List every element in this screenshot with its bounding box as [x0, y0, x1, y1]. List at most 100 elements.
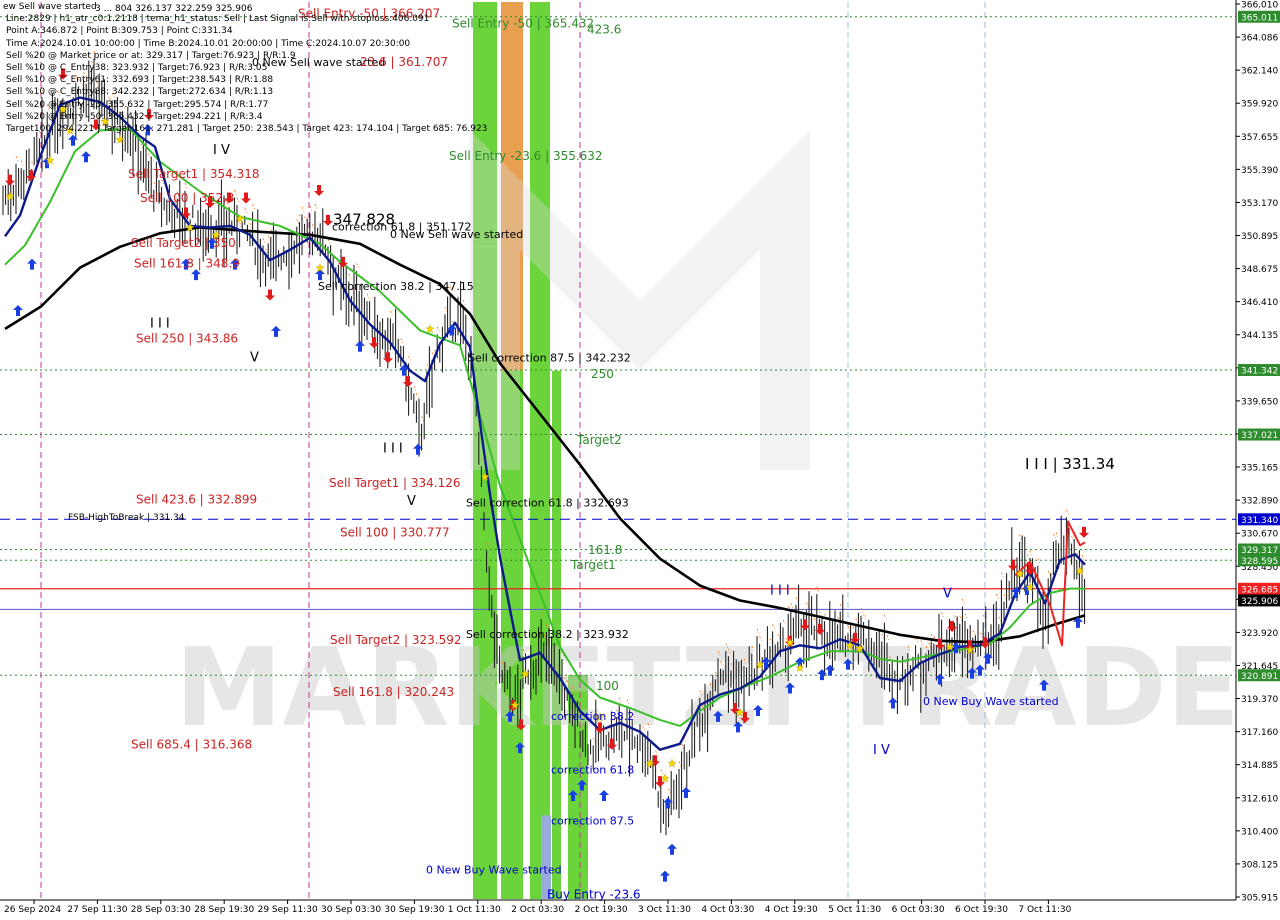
price-tick-label: 310.400: [1241, 827, 1278, 837]
time-tick-label: 3 Oct 11:30: [638, 905, 691, 915]
annotation-label: 0 New Sell wave started: [390, 228, 523, 241]
price-tag-label: 341.342: [1241, 367, 1278, 377]
time-tick-label: 28 Sep 19:30: [194, 905, 254, 915]
time-tick-label: 6 Oct 19:30: [955, 905, 1008, 915]
annotation-label: Sell correction 38.2 | 323.932: [466, 628, 629, 641]
info-line: Sell %10 @ C_Entry88: 342.232 | Target:2…: [6, 87, 274, 98]
annotation-label: Sell correction 38.2 | 347.15: [318, 280, 474, 293]
price-tick-label: 312.610: [1241, 794, 1278, 804]
price-tick-label: 355.390: [1241, 166, 1278, 176]
info-line: Target100: 294.221 | Target 161: 271.281…: [6, 124, 488, 134]
price-tick-label: 362.140: [1241, 67, 1278, 77]
price-tick-label: 350.895: [1241, 232, 1278, 242]
price-tag-label: 320.891: [1241, 672, 1278, 682]
price-tag-label: 365.011: [1241, 13, 1278, 23]
price-tick-label: 335.165: [1241, 464, 1278, 474]
time-tick-label: 30 Sep 03:30: [321, 905, 381, 915]
price-tick-label: 330.670: [1241, 530, 1278, 540]
time-tick-label: 29 Sep 11:30: [258, 905, 318, 915]
annotation-label: Sell 100 | 330.777: [340, 525, 450, 539]
info-panel: 3 ... 804 326.137 322.259 325.906 ew Sell…: [0, 0, 487, 150]
price-tick-label: 344.135: [1241, 331, 1278, 341]
annotation-label: 250: [591, 367, 614, 381]
annotation-label: 0 New Buy Wave started: [923, 695, 1059, 708]
price-tick-label: 346.410: [1241, 298, 1278, 308]
price-tag-label: 337.021: [1241, 431, 1278, 441]
annotation-label: Target1: [570, 558, 616, 572]
annotation-label: V: [943, 587, 952, 602]
annotation-label: I I I: [383, 442, 403, 457]
price-tag-label: 325.906: [1241, 597, 1278, 607]
time-tick-label: 7 Oct 11:30: [1018, 905, 1071, 915]
annotation-label: Sell Entry -23.6 | 355.632: [449, 149, 603, 163]
signal-band: [530, 2, 550, 899]
annotation-label: 423.6: [587, 22, 621, 36]
time-tick-label: 26 Sep 2024: [4, 905, 61, 915]
time-tick-label: 4 Oct 03:30: [701, 905, 754, 915]
price-tag-label: 331.340: [1241, 516, 1278, 526]
time-tick-label: 4 Oct 19:30: [765, 905, 818, 915]
info-line: Sell %20 @ Entry -50: 365.432 | Target:2…: [6, 111, 263, 122]
price-tick-label: 305.915: [1241, 894, 1278, 904]
annotation-label: Sell 161.8 | 320.243: [333, 685, 454, 699]
annotation-label: Sell Target2 | 350: [131, 236, 236, 250]
time-tick-label: 27 Sep 11:30: [67, 905, 127, 915]
price-tick-label: 348.675: [1241, 265, 1278, 275]
annotation-label: V: [407, 494, 416, 509]
annotation-label: Sell correction 61.8 | 332.693: [466, 497, 629, 510]
time-tick-label: 30 Sep 19:30: [384, 905, 444, 915]
annotation-label: Target2: [576, 433, 622, 447]
annotation-label: Sell 685.4 | 316.368: [131, 737, 252, 751]
annotation-label: Sell 161.8 | 348.9: [134, 257, 240, 271]
price-tag-label: 328.595: [1241, 557, 1278, 567]
price-tick-label: 339.650: [1241, 397, 1278, 407]
annotation-label: 0 New Buy Wave started: [426, 864, 562, 877]
time-tick-label: 2 Oct 03:30: [511, 905, 564, 915]
price-tick-label: 353.170: [1241, 199, 1278, 209]
price-tick-label: 323.920: [1241, 629, 1278, 639]
annotation-label: correction 87.5: [551, 814, 634, 827]
price-tick-label: 359.920: [1241, 100, 1278, 110]
info-line: Point A:346.872 | Point B:309.753 | Poin…: [6, 26, 233, 37]
annotation-label: I I I: [770, 584, 790, 599]
annotation-label: Sell 250 | 343.86: [136, 331, 238, 345]
annotation-label: 100: [596, 679, 619, 693]
time-tick-label: 5 Oct 11:30: [828, 905, 881, 915]
annotation-label: Sell correction 87.5 | 342.232: [468, 352, 631, 365]
price-axis: 366.010 364.086 362.140 359.920 357.655 355.3…: [1235, 0, 1280, 904]
annotation-label: V: [250, 351, 259, 366]
annotation-label: I I I: [150, 316, 170, 331]
annotation-label: Sell Target1 | 354.318: [128, 167, 260, 181]
time-tick-label: 2 Oct 19:30: [575, 905, 628, 915]
time-tick-label: 1 Oct 11:30: [448, 905, 501, 915]
annotation-label: Sell 423.6 | 332.899: [136, 493, 257, 507]
price-tick-label: 357.655: [1241, 133, 1278, 143]
annotation-label: FSB-HighToBreak | 331.34: [68, 513, 185, 523]
price-tick-label: 364.086: [1241, 34, 1278, 44]
time-tick-label: 28 Sep 03:30: [131, 905, 191, 915]
info-line: Time A:2024.10.01 10:00:00 | Time B:2024…: [6, 38, 411, 49]
price-tick-label: 366.010: [1241, 1, 1278, 11]
annotation-label: Sell Target1 | 334.126: [329, 476, 461, 490]
annotation-label: correction 38.2: [551, 710, 634, 723]
info-header-values: 3 ... 804 326.137 322.259 325.906: [95, 4, 253, 14]
annotation-label: Buy Entry -23.6: [547, 887, 641, 901]
info-line: ew Sell wave started: [3, 2, 97, 12]
price-tag-label: 326.685: [1241, 585, 1278, 595]
time-tick-label: 6 Oct 03:30: [892, 905, 945, 915]
info-line: Sell %20 @ Entry -23: 355.632 | Target:2…: [6, 99, 269, 110]
annotation-label: correction 61.8: [551, 764, 634, 777]
price-tick-label: 319.370: [1241, 695, 1278, 705]
annotation-label: I V: [873, 743, 890, 758]
annotation-label: Sell 100 | 352.3: [140, 191, 234, 205]
annotation-label: Sell Target2 | 323.592: [330, 633, 462, 647]
price-tick-label: 314.885: [1241, 761, 1278, 771]
price-tick-label: 308.125: [1241, 860, 1278, 870]
price-tick-label: 317.160: [1241, 728, 1278, 738]
info-line: Sell %10 @ C_Entry38: 323.932 | Target:7…: [6, 63, 268, 73]
annotation-label: 161.8: [588, 543, 622, 557]
info-line: Sell %10 @ C_Entry61: 332.693 | Target:2…: [6, 75, 274, 86]
price-tick-label: 332.890: [1241, 497, 1278, 507]
info-line: Sell %20 @ Market price or at: 329.317 |…: [6, 50, 296, 61]
annotation-label: I I I | 331.34: [1025, 455, 1115, 473]
